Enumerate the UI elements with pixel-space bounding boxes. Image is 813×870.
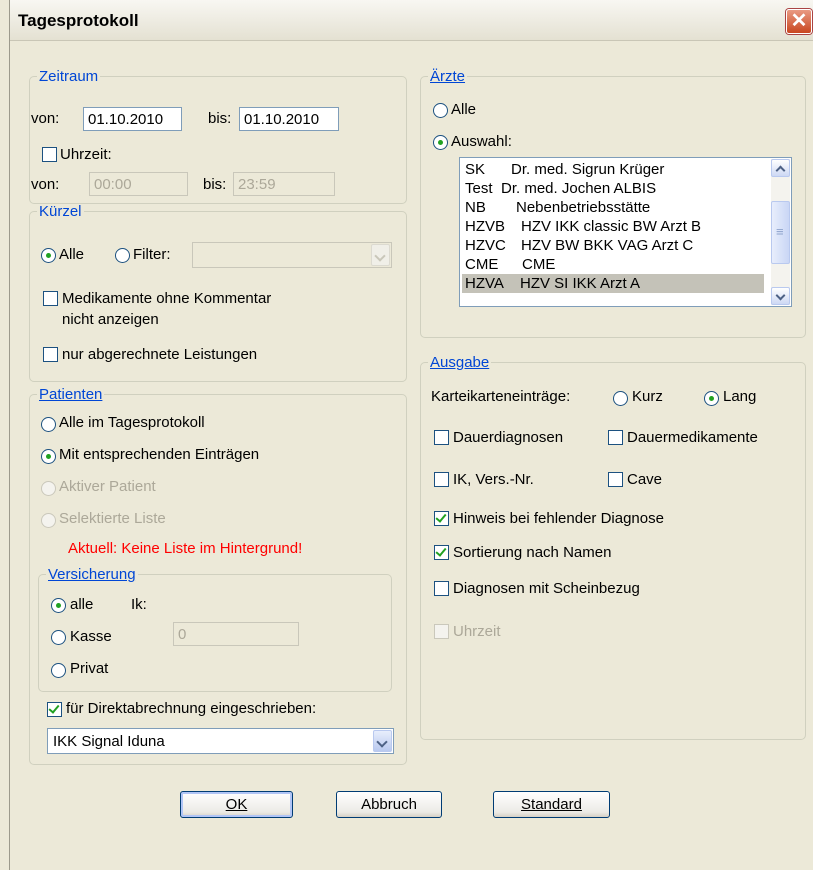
dauermedikamente-label: Dauermedikamente: [627, 429, 758, 446]
medikamente-label-line2: nicht anzeigen: [62, 311, 159, 328]
versicherung-alle-label: alle: [70, 596, 94, 613]
patienten-eintraege-label: Mit entsprechenden Einträgen: [59, 446, 260, 463]
versicherung-kasse-label: Kasse: [70, 628, 112, 645]
versicherung-privat-radio[interactable]: [51, 663, 66, 678]
lang-radio[interactable]: [704, 391, 719, 406]
list-item[interactable]: HZVC HZV BW BKK VAG Arzt C: [462, 236, 764, 255]
patienten-alle-radio[interactable]: [41, 417, 56, 432]
patienten-aktiver-radio[interactable]: [41, 481, 56, 496]
patienten-selektiert-radio[interactable]: [41, 513, 56, 528]
scroll-up-icon[interactable]: [771, 159, 790, 177]
abgerechnet-label: nur abgerechnete Leistungen: [62, 346, 258, 363]
sortierung-checkbox[interactable]: [434, 545, 449, 560]
list-item[interactable]: SK Dr. med. Sigrun Krüger: [462, 160, 764, 179]
aerzte-listbox[interactable]: SK Dr. med. Sigrun Krüger Test Dr. med. Jo…: [459, 157, 792, 307]
close-icon: ✕: [790, 10, 808, 32]
patienten-alle-label: Alle im Tagesprotokoll: [59, 414, 205, 431]
bis-time-input[interactable]: 23:59: [233, 172, 335, 196]
patienten-aktiver-label: Aktiver Patient: [59, 478, 156, 495]
cave-label: Cave: [627, 471, 663, 488]
versicherung-alle-radio[interactable]: [51, 598, 66, 613]
lang-label: Lang: [723, 388, 757, 405]
chevron-down-icon: [371, 244, 390, 266]
kasse-select-value: IKK Signal Iduna: [53, 733, 165, 750]
medikamente-label: Medikamente ohne Kommentar: [62, 290, 272, 307]
standard-button-label: Standard: [521, 796, 582, 813]
kuerzel-alle-label: Alle: [59, 246, 85, 263]
von-label: von:: [31, 110, 60, 127]
cave-checkbox[interactable]: [608, 472, 623, 487]
list-item[interactable]: NB Nebenbetriebsstätte: [462, 198, 764, 217]
bis-time-label: bis:: [203, 176, 227, 193]
aerzte-auswahl-radio[interactable]: [433, 135, 448, 150]
versicherung-privat-label: Privat: [70, 660, 109, 677]
ok-button-label: OK: [225, 796, 248, 813]
patienten-eintraege-radio[interactable]: [41, 449, 56, 464]
scroll-thumb[interactable]: [771, 201, 790, 264]
ausgabe-uhrzeit-checkbox[interactable]: [434, 624, 449, 639]
list-item[interactable]: CME CME: [462, 255, 764, 274]
aerzte-alle-label: Alle: [451, 101, 477, 118]
kuerzel-filter-select[interactable]: [192, 242, 392, 268]
standard-button[interactable]: Standard: [493, 791, 610, 818]
ok-button[interactable]: OK: [180, 791, 293, 818]
patienten-legend: Patienten: [39, 386, 103, 403]
chevron-down-icon[interactable]: [373, 730, 392, 752]
kuerzel-legend: Kürzel: [39, 203, 82, 220]
kuerzel-filter-radio[interactable]: [115, 248, 130, 263]
patienten-hint: Aktuell: Keine Liste im Hintergrund!: [68, 540, 303, 557]
abbruch-button-label: Abbruch: [361, 796, 417, 813]
abgerechnet-checkbox[interactable]: [43, 347, 58, 362]
zeitraum-legend: Zeitraum: [39, 68, 99, 85]
dauerdiagnosen-checkbox[interactable]: [434, 430, 449, 445]
von-time-input[interactable]: 00:00: [89, 172, 188, 196]
scheinbezug-label: Diagnosen mit Scheinbezug: [453, 580, 640, 597]
uhrzeit-checkbox[interactable]: [42, 147, 57, 162]
aerzte-alle-radio[interactable]: [433, 103, 448, 118]
kuerzel-filter-label: Filter:: [133, 246, 171, 263]
scheinbezug-checkbox[interactable]: [434, 581, 449, 596]
von-date-input[interactable]: 01.10.2010: [83, 107, 182, 131]
patienten-selektiert-label: Selektierte Liste: [59, 510, 166, 527]
abbruch-button[interactable]: Abbruch: [336, 791, 442, 818]
ik-label: Ik:: [131, 596, 147, 613]
list-item[interactable]: Test Dr. med. Jochen ALBIS: [462, 179, 764, 198]
ik-vers-label: IK, Vers.-Nr.: [453, 471, 534, 488]
bis-date-input[interactable]: 01.10.2010: [239, 107, 339, 131]
versicherung-kasse-radio[interactable]: [51, 630, 66, 645]
dauerdiagnosen-label: Dauerdiagnosen: [453, 429, 564, 446]
title-bar: Tagesprotokoll ✕: [10, 0, 813, 41]
versicherung-legend: Versicherung: [48, 566, 136, 583]
ausgabe-legend: Ausgabe: [430, 354, 490, 371]
von-time-label: von:: [31, 176, 60, 193]
dauermedikamente-checkbox[interactable]: [608, 430, 623, 445]
kuerzel-alle-radio[interactable]: [41, 248, 56, 263]
kurz-radio[interactable]: [613, 391, 628, 406]
ik-vers-checkbox[interactable]: [434, 472, 449, 487]
sortierung-label: Sortierung nach Namen: [453, 544, 612, 561]
close-button[interactable]: ✕: [786, 9, 812, 34]
window-title: Tagesprotokoll: [18, 11, 139, 30]
list-item[interactable]: HZVB HZV IKK classic BW Arzt B: [462, 217, 764, 236]
medikamente-checkbox[interactable]: [43, 291, 58, 306]
ausgabe-uhrzeit-label: Uhrzeit: [453, 623, 501, 640]
kurz-label: Kurz: [632, 388, 663, 405]
kasse-select[interactable]: IKK Signal Iduna: [47, 728, 394, 754]
direktabrechnung-label: für Direktabrechnung eingeschrieben:: [66, 700, 317, 717]
hinweis-label: Hinweis bei fehlender Diagnose: [453, 510, 664, 527]
bis-label: bis:: [208, 110, 232, 127]
scroll-down-icon[interactable]: [771, 287, 790, 305]
kartei-label: Karteikarteneinträge:: [431, 388, 571, 405]
aerzte-auswahl-label: Auswahl:: [451, 133, 512, 150]
hinweis-checkbox[interactable]: [434, 511, 449, 526]
ik-input[interactable]: 0: [173, 622, 299, 646]
list-item-selected[interactable]: HZVA HZV SI IKK Arzt A: [462, 274, 764, 293]
uhrzeit-label: Uhrzeit:: [60, 146, 112, 163]
aerzte-scrollbar[interactable]: [771, 159, 790, 305]
dialog-window: Tagesprotokoll ✕ Zeitraum von: 01.10.201…: [9, 0, 813, 870]
aerzte-legend: Ärzte: [430, 68, 466, 85]
direktabrechnung-checkbox[interactable]: [47, 702, 62, 717]
